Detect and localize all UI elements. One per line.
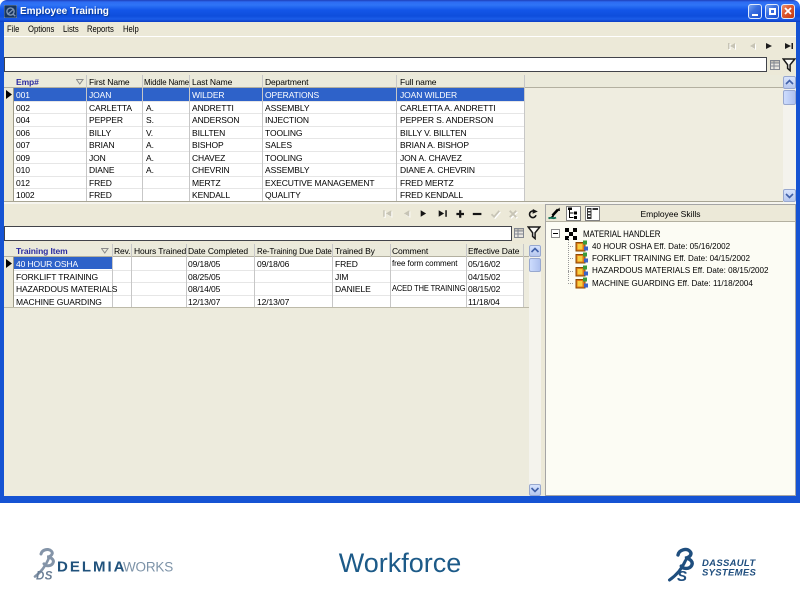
svg-text:SYSTEMES: SYSTEMES bbox=[702, 568, 756, 579]
svg-text:S: S bbox=[677, 568, 687, 585]
